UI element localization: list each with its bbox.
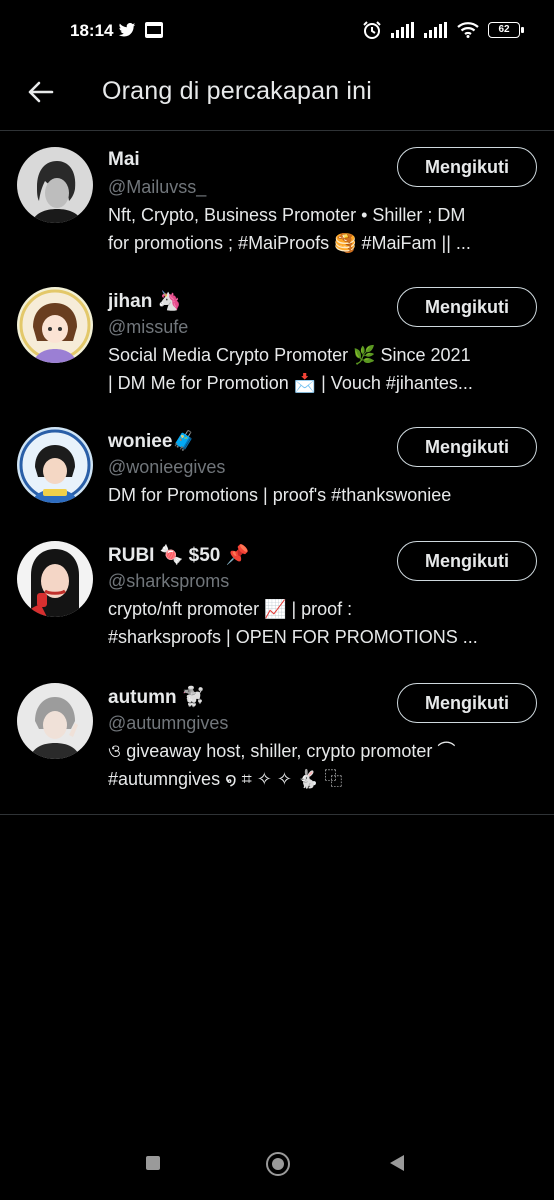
avatar[interactable] (17, 683, 93, 759)
webtoon-app-icon (145, 22, 163, 38)
status-bar: 18:14 62 (0, 0, 554, 60)
user-row[interactable]: woniee🧳 @wonieegives DM for Promotions |… (0, 411, 554, 529)
user-handle[interactable]: @Mailuvss_ (108, 177, 206, 198)
following-button[interactable]: Mengikuti (397, 147, 537, 187)
header: Orang di percakapan ini (0, 60, 554, 131)
avatar[interactable] (17, 541, 93, 617)
avatar[interactable] (17, 427, 93, 503)
signal-icon (391, 22, 414, 38)
user-name[interactable]: woniee🧳 (108, 429, 196, 453)
home-circle-icon[interactable] (266, 1152, 290, 1176)
avatar[interactable] (17, 147, 93, 223)
user-row[interactable]: Mai @Mailuvss_ Nft, Crypto, Business Pro… (0, 131, 554, 271)
recents-square-icon[interactable] (146, 1156, 160, 1170)
page-title: Orang di percakapan ini (102, 77, 373, 105)
user-name[interactable]: Mai (108, 149, 140, 171)
user-bio-line: Social Media Crypto Promoter 🌿 Since 202… (108, 345, 471, 365)
user-row[interactable]: autumn 🐩 @autumngives ও giveaway host, s… (0, 669, 554, 809)
user-bio-line: for promotions ; #MaiProofs 🥞 #MaiFam ||… (108, 233, 471, 253)
status-time: 18:14 (70, 21, 114, 40)
signal-icon-2 (424, 22, 447, 38)
user-bio-line: Nft, Crypto, Business Promoter • Shiller… (108, 205, 466, 225)
system-nav-bar (0, 1134, 554, 1200)
user-handle[interactable]: @missufe (108, 317, 188, 338)
user-row[interactable]: jihan 🦄 @missufe Social Media Crypto Pro… (0, 271, 554, 411)
alarm-icon (363, 21, 381, 39)
following-button[interactable]: Mengikuti (397, 683, 537, 723)
user-handle[interactable]: @wonieegives (108, 457, 225, 478)
twitter-bird-icon (118, 22, 136, 37)
user-bio-line: #sharksproofs | OPEN FOR PROMOTIONS ... (108, 627, 478, 647)
user-name[interactable]: jihan 🦄 (108, 289, 181, 313)
list-divider (0, 814, 554, 815)
avatar[interactable] (17, 287, 93, 363)
user-bio-line: #autumngives ໑ ⌗ ✧ ✧ 🐇 ⿻ (108, 769, 343, 789)
following-button[interactable]: Mengikuti (397, 287, 537, 327)
battery-icon: 62 (488, 22, 524, 38)
user-bio-line: DM for Promotions | proof's #thankswonie… (108, 485, 452, 505)
user-handle[interactable]: @sharksproms (108, 571, 229, 592)
following-button[interactable]: Mengikuti (397, 541, 537, 581)
user-handle[interactable]: @autumngives (108, 713, 228, 734)
user-bio-line: ও giveaway host, shiller, crypto promote… (108, 741, 456, 761)
user-name[interactable]: autumn 🐩 (108, 685, 206, 709)
back-arrow-icon[interactable] (26, 78, 54, 106)
user-name[interactable]: RUBI 🍬 $50 📌 (108, 543, 249, 567)
user-bio-line: | DM Me for Promotion 📩 | Vouch #jihante… (108, 373, 473, 393)
back-triangle-icon[interactable] (390, 1155, 404, 1171)
following-button[interactable]: Mengikuti (397, 427, 537, 467)
wifi-icon (457, 22, 479, 38)
user-bio-line: crypto/nft promoter 📈 | proof : (108, 599, 353, 619)
user-row[interactable]: RUBI 🍬 $50 📌 @sharksproms crypto/nft pro… (0, 529, 554, 669)
